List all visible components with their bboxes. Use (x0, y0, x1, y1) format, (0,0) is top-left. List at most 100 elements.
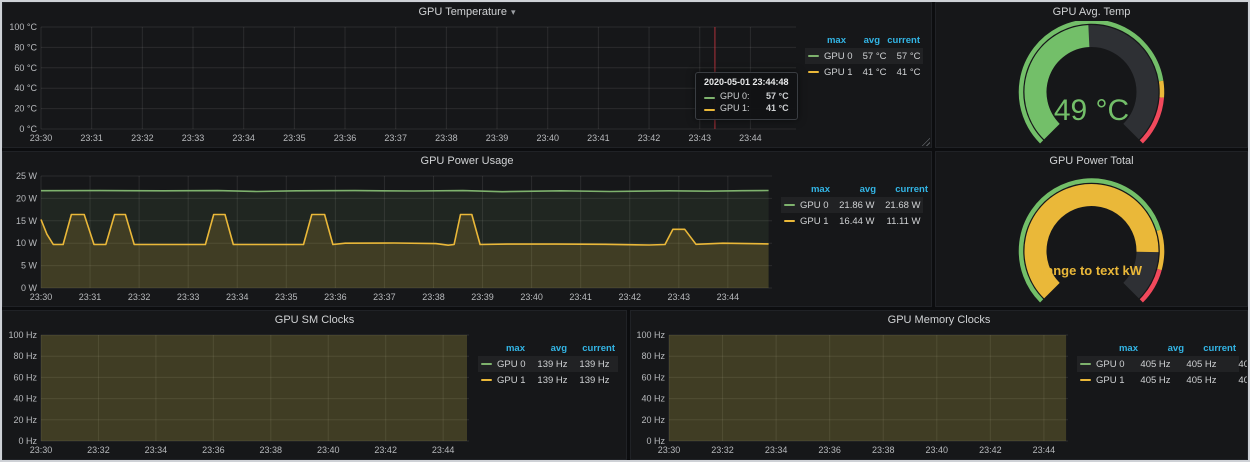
legend-header-current[interactable]: current (567, 343, 615, 354)
chart-legend-gpu-power-usage: maxavgcurrentGPU 021.86 W21.68 W21.77 WG… (777, 169, 929, 304)
svg-text:23:44: 23:44 (432, 445, 455, 455)
panel-title-gpu-memory-clocks[interactable]: GPU Memory Clocks (631, 314, 1247, 326)
legend-series-name[interactable]: GPU 0 (784, 200, 829, 211)
svg-text:23:44: 23:44 (1033, 445, 1056, 455)
svg-text:100 Hz: 100 Hz (8, 330, 37, 340)
legend-value: 21.77 W (921, 200, 932, 211)
legend-value: 405 Hz (1217, 359, 1248, 370)
svg-text:100 °C: 100 °C (9, 22, 37, 32)
svg-text:5 W: 5 W (21, 261, 38, 271)
legend-series-name[interactable]: GPU 1 (808, 67, 853, 78)
svg-text:23:34: 23:34 (226, 292, 249, 302)
chart-svg: 0 Hz20 Hz40 Hz60 Hz80 Hz100 Hz23:3023:32… (635, 328, 1073, 457)
legend-series-name[interactable]: GPU 0 (1080, 359, 1125, 370)
svg-text:23:43: 23:43 (668, 292, 691, 302)
panel-title-gpu-temperature[interactable]: GPU Temperature ▾ (3, 6, 931, 18)
series-swatch (808, 55, 819, 57)
svg-text:23:34: 23:34 (232, 133, 255, 143)
grafana-dashboard: GPU Temperature▾ 0 °C20 °C40 °C60 °C80 °… (0, 0, 1250, 462)
svg-text:23:36: 23:36 (324, 292, 347, 302)
chart-area: 0 °C20 °C40 °C60 °C80 °C100 °C23:3023:31… (7, 20, 929, 145)
panel-title-gpu-sm-clocks[interactable]: GPU SM Clocks (3, 314, 626, 326)
legend-header-avg[interactable]: avg (846, 35, 880, 46)
legend-header-max[interactable]: max (483, 343, 525, 354)
gauge-value: range to text kW (1041, 263, 1143, 278)
chevron-down-icon: ▾ (511, 7, 516, 17)
legend-value: 21.86 W (829, 200, 875, 211)
svg-text:23:44: 23:44 (739, 133, 762, 143)
legend-header-avg[interactable]: avg (525, 343, 567, 354)
legend-value: 57 °C (853, 51, 887, 62)
legend-header-max[interactable]: max (1092, 343, 1138, 354)
svg-text:23:31: 23:31 (79, 292, 102, 302)
svg-text:23:40: 23:40 (536, 133, 559, 143)
panel-title-gpu-avg-temp[interactable]: GPU Avg. Temp (936, 6, 1247, 18)
svg-text:23:38: 23:38 (872, 445, 895, 455)
legend-value: 139 Hz (610, 375, 627, 386)
legend-row-gpu-1: GPU 1405 Hz405 Hz405 Hz (1077, 372, 1239, 388)
svg-text:23:30: 23:30 (30, 445, 53, 455)
gauge-gpu-power-total: range to text kW (936, 170, 1247, 304)
legend-row-gpu-0: GPU 021.86 W21.68 W21.77 W (781, 197, 923, 213)
svg-text:40 °C: 40 °C (14, 83, 37, 93)
gauge-svg: 49 °C (936, 21, 1247, 145)
legend-series-name[interactable]: GPU 1 (481, 375, 526, 386)
chart-legend-gpu-temperature: maxavgcurrentGPU 057 °C57 °C57 °CGPU 141… (801, 20, 929, 145)
legend-header-max[interactable]: max (784, 184, 830, 195)
legend-series-name[interactable]: GPU 1 (1080, 375, 1125, 386)
legend-header-current[interactable]: current (876, 184, 928, 195)
svg-text:23:39: 23:39 (471, 292, 494, 302)
svg-text:23:31: 23:31 (80, 133, 103, 143)
panel-title-text: GPU Avg. Temp (1053, 6, 1131, 18)
legend-header-current[interactable]: current (1184, 343, 1236, 354)
svg-text:23:32: 23:32 (128, 292, 151, 302)
chart-plot-gpu-power-usage[interactable]: 0 W5 W10 W15 W20 W25 W23:3023:3123:3223:… (7, 169, 777, 304)
legend-header-max[interactable]: max (812, 35, 846, 46)
svg-text:23:38: 23:38 (260, 445, 283, 455)
chart-plot-gpu-memory-clocks[interactable]: 0 Hz20 Hz40 Hz60 Hz80 Hz100 Hz23:3023:32… (635, 328, 1073, 457)
svg-text:23:44: 23:44 (717, 292, 740, 302)
svg-text:60 °C: 60 °C (14, 63, 37, 73)
legend-header-avg[interactable]: avg (830, 184, 876, 195)
series-swatch (1080, 363, 1091, 365)
legend-value: 405 Hz (1217, 375, 1248, 386)
gauge-value: 49 °C (1054, 94, 1129, 127)
legend-series-name[interactable]: GPU 1 (784, 216, 829, 227)
legend-value: 9.79 W (921, 216, 932, 227)
legend-series-name[interactable]: GPU 0 (808, 51, 853, 62)
legend-row-gpu-1: GPU 141 °C41 °C41 °C (805, 64, 923, 80)
legend-value: 139 Hz (568, 375, 610, 386)
legend-series-name[interactable]: GPU 0 (481, 359, 526, 370)
chart-plot-gpu-sm-clocks[interactable]: 0 Hz20 Hz40 Hz60 Hz80 Hz100 Hz23:3023:32… (7, 328, 474, 457)
panel-title-gpu-power-usage[interactable]: GPU Power Usage (3, 155, 931, 167)
svg-text:60 Hz: 60 Hz (641, 372, 665, 382)
svg-text:40 Hz: 40 Hz (13, 394, 37, 404)
svg-text:23:32: 23:32 (711, 445, 734, 455)
panel-title-gpu-power-total[interactable]: GPU Power Total (936, 155, 1247, 167)
legend-value: 139 Hz (568, 359, 610, 370)
chart-legend-gpu-memory-clocks: maxavgcurrentGPU 0405 Hz405 Hz405 HzGPU … (1073, 328, 1245, 457)
svg-text:23:33: 23:33 (182, 133, 205, 143)
svg-text:20 °C: 20 °C (14, 104, 37, 114)
svg-text:23:42: 23:42 (374, 445, 397, 455)
series-swatch (784, 220, 795, 222)
svg-text:23:36: 23:36 (202, 445, 225, 455)
legend-header-avg[interactable]: avg (1138, 343, 1184, 354)
series-swatch (808, 71, 819, 73)
panel-gpu-avg-temp: GPU Avg. Temp 49 °C (935, 2, 1248, 148)
legend-header-current[interactable]: current (880, 35, 920, 46)
legend-value: 41 °C (853, 67, 887, 78)
legend-row-gpu-0: GPU 057 °C57 °C57 °C (805, 48, 923, 64)
svg-text:10 W: 10 W (16, 238, 38, 248)
series-swatch (784, 204, 795, 206)
panel-title-text: GPU Temperature (419, 6, 507, 18)
series-swatch (704, 97, 715, 99)
chart-svg: 0 °C20 °C40 °C60 °C80 °C100 °C23:3023:31… (7, 20, 801, 145)
legend-value: 405 Hz (1125, 359, 1171, 370)
legend-row-gpu-1: GPU 116.44 W11.11 W9.79 W (781, 213, 923, 229)
panel-title-text: GPU Power Total (1049, 155, 1133, 167)
svg-text:80 Hz: 80 Hz (13, 351, 37, 361)
chart-plot-gpu-temperature[interactable]: 0 °C20 °C40 °C60 °C80 °C100 °C23:3023:31… (7, 20, 801, 145)
panel-gpu-power-total: GPU Power Total range to text kW (935, 151, 1248, 307)
chart-svg: 0 Hz20 Hz40 Hz60 Hz80 Hz100 Hz23:3023:32… (7, 328, 474, 457)
